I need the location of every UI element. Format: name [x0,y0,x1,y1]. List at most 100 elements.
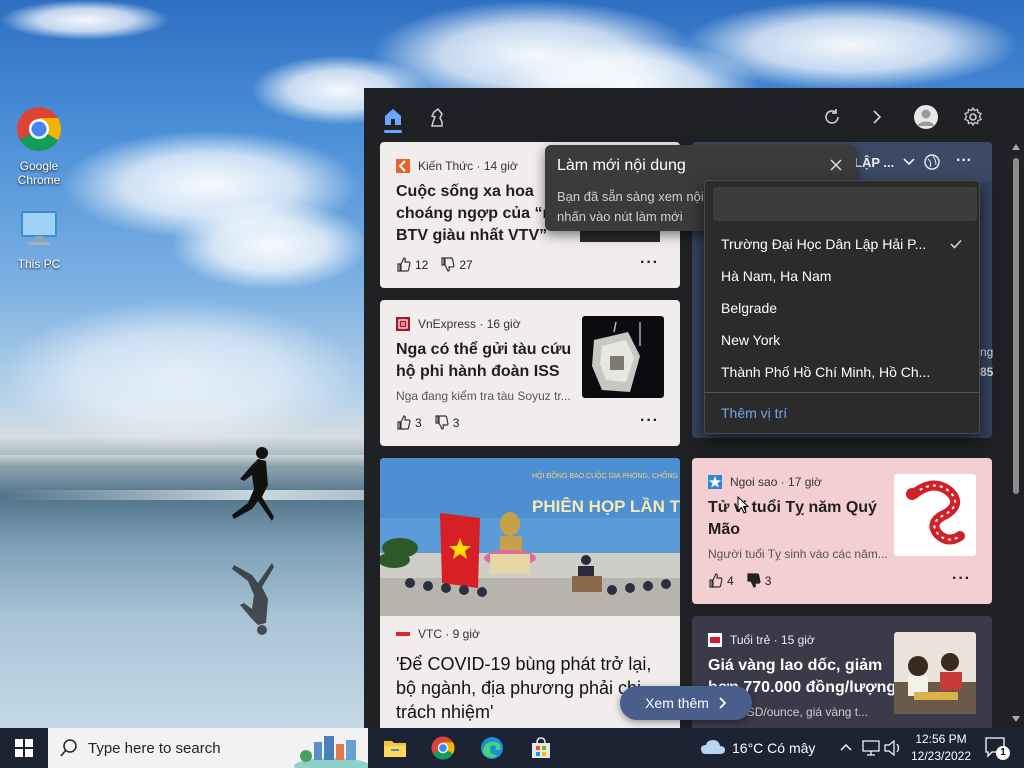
headline-line: trách nhiệm' [396,702,494,722]
runner-reflection [232,563,274,635]
cloud [170,200,370,290]
chevron-up-icon[interactable] [840,743,852,751]
card-headline[interactable]: Cuộc sống xa hoa choáng ngợp của “nư BTV… [396,181,564,247]
start-button[interactable] [0,728,48,768]
folder-icon [384,741,406,757]
weather-partial-text: 85 [980,365,994,379]
thumbs-down-filled-icon[interactable] [746,573,761,588]
card-source-text: VTC · 9 giờ [418,627,480,641]
dislike-count: 27 [459,257,473,272]
chess-knight-icon [430,107,443,127]
cloud [680,0,1020,90]
vtc-logo-icon [396,632,410,636]
cloud-weather-icon[interactable] [700,738,726,756]
card-source: VTC · 9 giờ [396,627,480,641]
card-source-text: VnExpress · 16 giờ [418,317,521,331]
more-options-button[interactable]: ··· [640,254,659,272]
location-dropdown: Trường Đại Học Dân Lập Hải P... Hà Nam, … [704,180,980,434]
location-item[interactable]: Belgrade [721,300,951,316]
location-item[interactable]: Trường Đại Học Dân Lập Hải P... [721,236,951,252]
taskbar-search-box[interactable]: Type here to search [48,728,368,768]
card-reactions: 12 27 [396,257,485,272]
location-search-input[interactable] [713,187,977,221]
taskbar-chrome[interactable] [427,732,459,764]
taskbar: Type here to search 16°C Có mây 12:56 PM… [0,728,1024,768]
taskbar-edge[interactable] [476,732,508,764]
search-placeholder: Type here to search [88,739,221,757]
banner-title-text: PHIÊN HỌP LẦN TH [532,497,680,516]
vnexpress-logo-icon [396,317,410,331]
desktop-icon-this-pc[interactable]: This PC [7,210,71,271]
tooltip-close-button[interactable] [830,155,842,176]
globe-icon[interactable] [924,154,940,170]
headline-line: Giá vàng lao dốc, giảm [708,657,883,674]
card-photo-meeting: HỘI ĐỒNG BAO CUỘC GIA PHÒNG, CHỐNG DỊCH … [380,458,680,616]
scroll-down-arrow-icon[interactable] [1012,716,1020,722]
card-headline[interactable]: 'Để COVID-19 bùng phát trở lại, bộ ngành… [396,652,651,724]
panel-topbar [364,88,1024,144]
interests-tab[interactable] [422,102,452,132]
card-source: VnExpress · 16 giờ [396,317,521,331]
chevron-down-icon[interactable] [903,158,915,166]
location-item[interactable]: New York [721,332,951,348]
monitor-icon [21,211,57,245]
desktop-icon-chrome[interactable]: Google Chrome [7,106,71,187]
checkmark-icon [950,239,962,249]
card-headline[interactable]: Tử vi tuổi Tỵ năm Quý Mão [708,497,877,541]
windows-logo-icon [15,739,33,757]
location-item[interactable]: Hà Nam, Ha Nam [721,268,951,284]
add-location-link[interactable]: Thêm vị trí [721,405,787,421]
thumbs-up-icon[interactable] [396,415,411,430]
cloud [0,0,170,40]
chevron-right-icon [873,110,882,124]
volume-icon[interactable] [884,740,902,756]
network-icon[interactable] [862,740,880,756]
scrollbar-thumb[interactable] [1013,158,1019,494]
thumbs-down-icon[interactable] [434,415,449,430]
card-source-text: Ngoi sao · 17 giờ [730,475,822,489]
location-item[interactable]: Thành Phố Hồ Chí Minh, Hồ Ch... [721,364,951,380]
notification-center-button[interactable]: 1 [984,736,1010,760]
taskbar-weather-text[interactable]: 16°C Có mây [732,740,815,756]
thumbs-up-icon[interactable] [396,257,411,272]
card-headline[interactable]: Nga có thể gửi tàu cứu hộ phi hành đoàn … [396,339,571,383]
home-tab[interactable] [378,102,408,132]
profile-avatar[interactable] [911,102,941,132]
headline-line: bộ ngành, địa phương phải chị [396,678,642,698]
taskbar-clock[interactable]: 12:56 PM 12/23/2022 [906,731,976,765]
card-thumbnail-iss [582,316,664,398]
chevron-right-icon [719,697,727,709]
headline-line: Nga có thể gửi tàu cứu [396,341,572,358]
taskbar-store[interactable] [525,732,557,764]
more-options-button[interactable]: ··· [640,412,659,430]
news-card-ngoisao[interactable]: Ngoi sao · 17 giờ Tử vi tuổi Tỵ năm Quý … [692,458,992,604]
like-count: 3 [415,415,422,430]
weather-more-button[interactable]: ··· [956,152,972,170]
next-button[interactable] [862,102,892,132]
desktop-icon-label: Google Chrome [17,159,61,187]
card-source: Ngoi sao · 17 giờ [708,475,822,489]
refresh-icon [825,109,839,124]
avatar-icon [914,105,938,129]
scroll-up-arrow-icon[interactable] [1012,144,1020,150]
close-icon [830,159,842,171]
more-options-button[interactable]: ··· [952,570,971,588]
headline-line: Mão [708,521,740,538]
card-reactions: 4 3 [708,573,783,588]
thumbs-up-icon[interactable] [708,573,723,588]
thumbs-down-icon[interactable] [440,257,455,272]
clock-date: 12/23/2022 [910,749,972,763]
card-reactions: 3 3 [396,415,471,430]
card-thumbnail-gold [894,632,976,714]
like-count: 4 [727,573,734,588]
tooltip-title: Làm mới nội dung [557,157,686,174]
settings-button[interactable] [958,102,988,132]
search-icon [60,739,77,757]
card-snippet: Người tuổi Tỵ sinh vào các năm... [708,547,888,561]
chrome-icon [431,736,455,760]
taskbar-file-explorer[interactable] [379,732,411,764]
news-card-vnexpress[interactable]: VnExpress · 16 giờ Nga có thể gửi tàu cứ… [380,300,680,446]
refresh-button[interactable] [817,102,847,132]
see-more-button[interactable]: Xem thêm [620,686,752,720]
weather-location-partial: LẬP ... [854,155,895,170]
